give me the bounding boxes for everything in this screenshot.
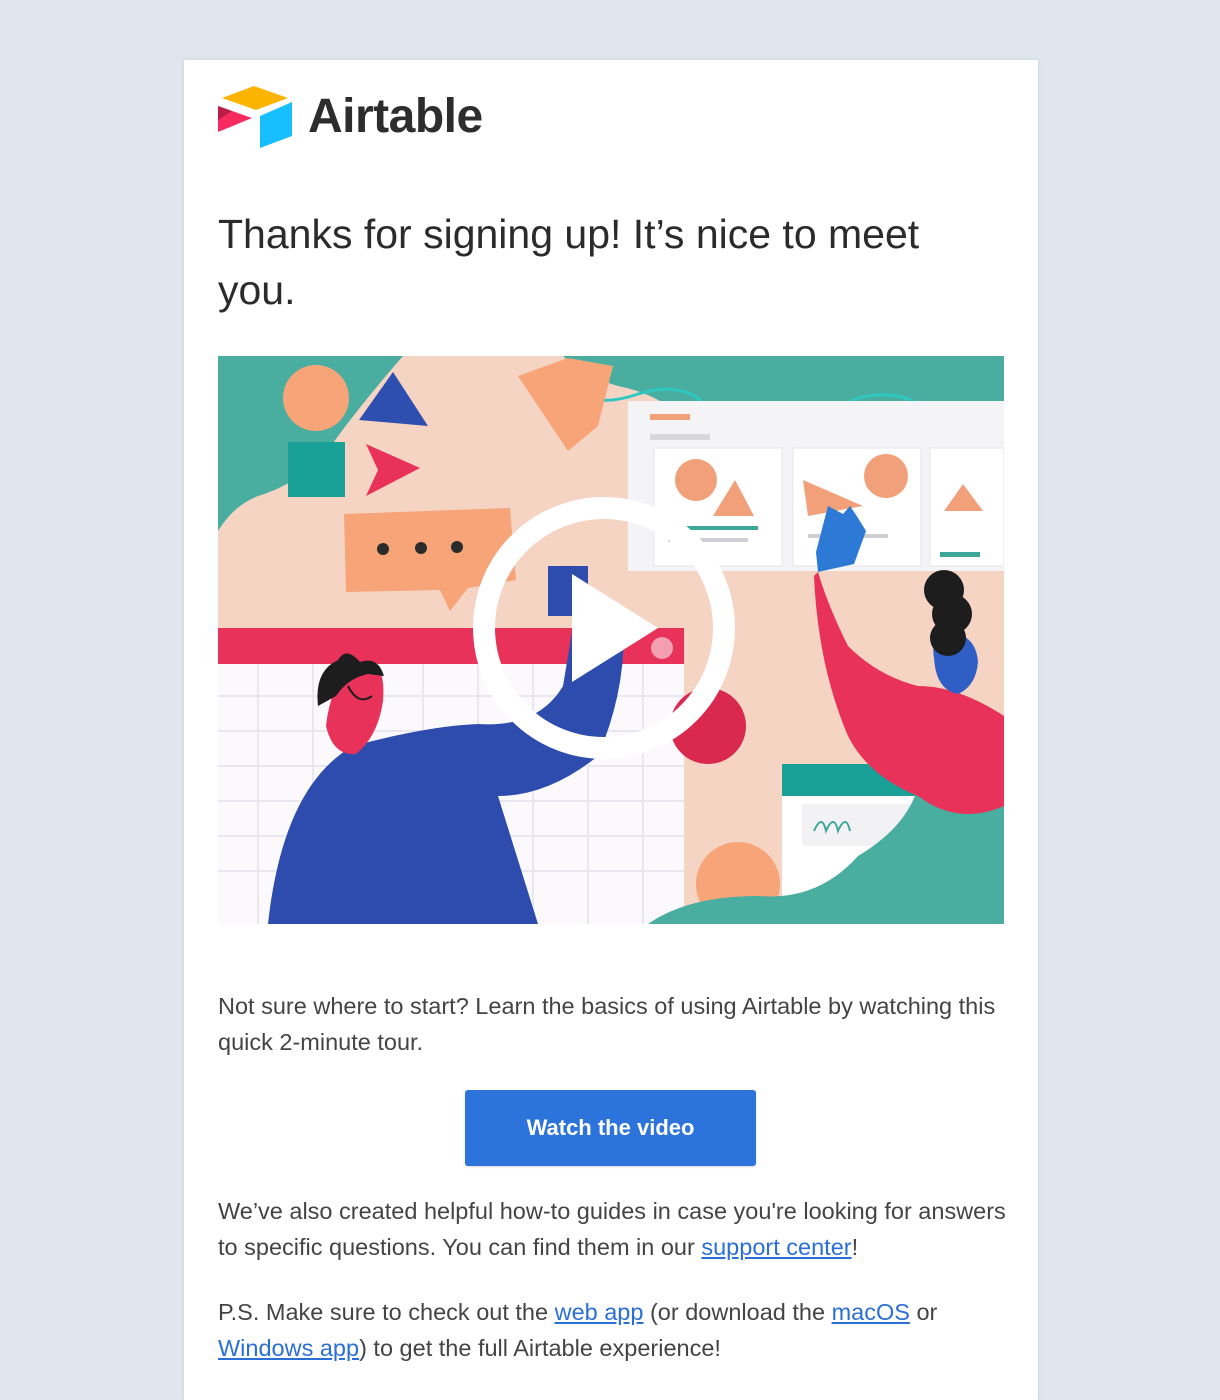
watch-video-button[interactable]: Watch the video [465,1090,756,1166]
guides-text-start: We’ve also created helpful how-to guides… [218,1198,1006,1260]
airtable-logo: Airtable [218,84,483,148]
ps-text: P.S. Make sure to check out the web app … [218,1294,1008,1366]
guides-text: We’ve also created helpful how-to guides… [218,1193,1008,1265]
web-app-link[interactable]: web app [555,1299,644,1325]
ps-text-3: or [909,1299,938,1325]
page-title: Thanks for signing up! It’s nice to meet… [218,211,920,313]
ps-text-2: (or download the [643,1299,832,1325]
macos-link[interactable]: macOS [832,1299,910,1325]
airtable-logo-icon [218,86,292,148]
ps-text-1: P.S. Make sure to check out the [218,1299,555,1325]
ps-text-4: ) to get the full Airtable experience! [359,1335,721,1361]
video-thumbnail[interactable] [218,356,1004,924]
email-card: Airtable Thanks for signing up! It’s nic… [184,60,1038,1400]
windows-app-link[interactable]: Windows app [218,1335,359,1361]
guides-text-end: ! [851,1234,859,1260]
play-icon [473,497,735,759]
brand-name: Airtable [308,89,483,143]
intro-text: Not sure where to start? Learn the basic… [218,993,996,1055]
support-center-link[interactable]: support center [701,1234,851,1260]
